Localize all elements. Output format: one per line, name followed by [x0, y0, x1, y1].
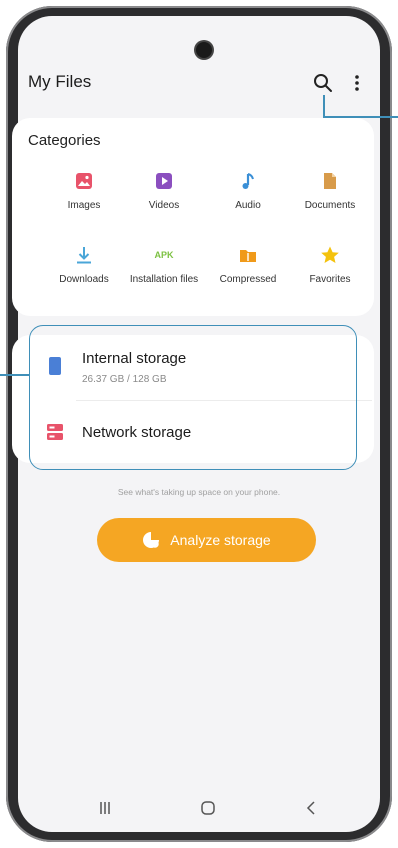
analyze-hint: See what's taking up space on your phone… [117, 487, 281, 497]
category-audio[interactable]: Audio [208, 170, 288, 212]
analyze-icon [143, 532, 160, 548]
category-label: Compressed [219, 274, 277, 285]
download-icon [77, 247, 91, 264]
category-label: Installation files [129, 274, 199, 285]
categories-title: Categories [28, 132, 101, 149]
folder-zip-icon [240, 250, 256, 262]
storage-highlight-callout [29, 325, 357, 470]
analyze-button-label: Analyze storage [170, 532, 271, 548]
category-documents[interactable]: Documents [290, 170, 370, 212]
category-compressed[interactable]: Compressed [208, 244, 288, 286]
category-downloads[interactable]: Downloads [44, 244, 124, 286]
audio-icon [242, 173, 254, 189]
back-icon[interactable] [302, 798, 322, 818]
category-label: Downloads [59, 274, 109, 285]
category-videos[interactable]: Videos [124, 170, 204, 212]
video-icon [156, 173, 172, 189]
category-label: Favorites [309, 274, 351, 285]
app-title: My Files [28, 72, 92, 91]
star-icon [321, 246, 339, 263]
callout-line-storage [0, 374, 30, 376]
category-label: Audio [235, 200, 261, 211]
category-favorites[interactable]: Favorites [290, 244, 370, 286]
apk-icon: APK [154, 250, 174, 260]
recent-apps-icon[interactable] [95, 798, 115, 818]
analyze-storage-button[interactable]: Analyze storage [97, 518, 316, 562]
category-label: Documents [304, 200, 356, 211]
front-camera [196, 42, 212, 58]
category-label: Videos [148, 200, 180, 211]
category-label: Images [67, 200, 101, 211]
document-icon [324, 173, 336, 189]
image-icon [76, 173, 92, 189]
more-options-icon[interactable] [352, 72, 362, 94]
search-icon[interactable] [311, 71, 335, 95]
category-installation-files[interactable]: APK Installation files [124, 244, 204, 286]
home-icon[interactable] [198, 798, 218, 818]
callout-line-search [323, 95, 325, 117]
category-images[interactable]: Images [44, 170, 124, 212]
